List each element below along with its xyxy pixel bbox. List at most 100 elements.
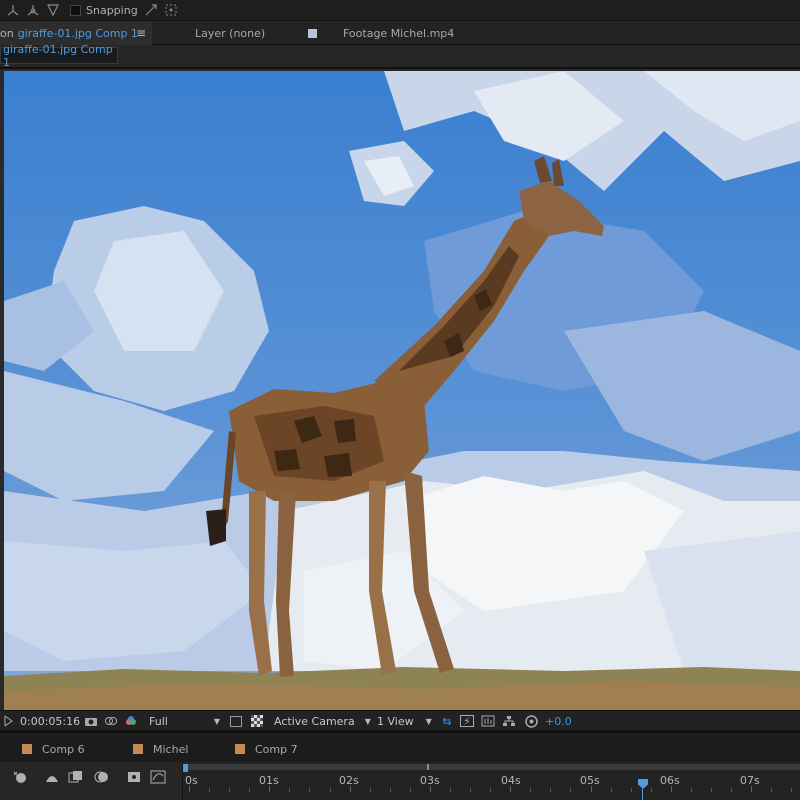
panel-menu-icon[interactable]: ≡ <box>136 26 146 40</box>
tab-composition-name: giraffe-01.jpg Comp 1 <box>17 26 138 40</box>
view-layout-value: 1 View <box>377 714 414 728</box>
ruler-tick <box>329 788 331 792</box>
ruler-tick <box>670 786 672 792</box>
shy-layers-icon[interactable] <box>44 770 60 784</box>
ruler-tick <box>690 788 692 792</box>
ruler-tick <box>289 788 291 792</box>
tab-layer[interactable]: Layer (none) <box>195 21 265 45</box>
ruler-tick <box>229 788 231 792</box>
camera-view-value: Active Camera <box>274 714 355 728</box>
fast-previews-icon[interactable]: ⚡ <box>460 711 474 731</box>
ruler-tick <box>470 788 472 792</box>
frame-blending-icon[interactable] <box>68 770 84 784</box>
viewer-magnify-icon[interactable] <box>2 711 16 731</box>
tab-footage-label: Footage Michel.mp4 <box>343 26 455 40</box>
brainstorm-icon[interactable] <box>126 770 142 784</box>
timeline-tab-label: Michel <box>153 742 189 756</box>
flowchart-icon[interactable] <box>502 711 516 731</box>
graph-editor-icon[interactable] <box>150 770 166 784</box>
ruler-tick <box>610 788 612 792</box>
timeline-tab-bar: Comp 6 Michel Comp 7 <box>0 730 800 762</box>
ruler-tick <box>710 788 712 792</box>
region-of-interest-icon[interactable] <box>230 711 242 731</box>
tab-layer-label: Layer (none) <box>195 26 266 40</box>
axis-view-icon[interactable] <box>46 3 60 17</box>
time-ruler[interactable]: 0s 01s 02s 03s 04s 05s 06s 07s <box>182 762 800 800</box>
ruler-tick <box>249 788 251 792</box>
chevron-down-icon: ▼ <box>364 716 371 726</box>
timeline-tab-michel[interactable]: Michel <box>133 739 188 759</box>
timeline-tab-comp6[interactable]: Comp 6 <box>22 739 85 759</box>
ruler-tick <box>349 786 351 792</box>
label-color-icon <box>133 744 143 754</box>
snapping-label: Snapping <box>86 3 138 17</box>
draft-3d-icon[interactable] <box>12 770 28 784</box>
axis-world-icon[interactable] <box>26 3 40 17</box>
chevron-down-icon: ▼ <box>213 716 220 726</box>
current-time-value: 0:00:05:16 <box>20 714 81 728</box>
ruler-tick <box>449 788 451 792</box>
resolution-dropdown[interactable]: Full ▼ <box>149 711 220 731</box>
exposure-value-text: +0.0 <box>545 714 572 728</box>
axis-local-icon[interactable] <box>6 3 20 17</box>
ruler-tick-label: 0s <box>185 774 198 787</box>
current-time-line <box>642 789 643 800</box>
motion-blur-icon[interactable] <box>94 770 110 784</box>
exposure-value[interactable]: +0.0 <box>545 711 572 731</box>
ruler-tick <box>510 786 512 792</box>
label-color-icon <box>22 744 32 754</box>
transparency-grid-icon[interactable] <box>251 711 263 731</box>
ruler-tick-label: 07s <box>740 774 760 787</box>
ruler-tick <box>269 786 271 792</box>
reset-exposure-icon[interactable] <box>524 711 538 731</box>
ruler-tick <box>650 788 652 792</box>
timeline-tab-label: Comp 7 <box>255 742 298 756</box>
toggle-pixel-aspect-icon[interactable]: ⇆ <box>440 711 454 731</box>
color-channel-icon[interactable] <box>124 711 138 731</box>
chevron-down-icon: ▼ <box>425 716 432 726</box>
label-color-icon <box>235 744 245 754</box>
ruler-tick <box>490 788 492 792</box>
tab-composition-prefix: on <box>0 26 14 40</box>
ruler-tick <box>309 788 311 792</box>
top-toolbar: Snapping <box>0 0 800 20</box>
snap-target-icon[interactable] <box>164 3 178 17</box>
timeline-tab-label: Comp 6 <box>42 742 85 756</box>
show-snapshot-icon[interactable] <box>104 711 118 731</box>
snapping-checkbox[interactable] <box>70 4 81 16</box>
timeline-controls: 0s 01s 02s 03s 04s 05s 06s 07s <box>0 762 800 800</box>
ruler-tick <box>630 788 632 792</box>
camera-view-dropdown[interactable]: Active Camera ▼ <box>274 711 371 731</box>
ruler-tick <box>550 788 552 792</box>
ruler-tick <box>369 788 371 792</box>
composition-viewer[interactable] <box>0 67 800 712</box>
footage-swatch-icon <box>308 28 317 38</box>
comp-breadcrumb[interactable]: giraffe-01.jpg Comp 1 <box>0 43 118 69</box>
snapshot-camera-icon[interactable] <box>84 711 98 731</box>
view-layout-dropdown[interactable]: 1 View ▼ <box>377 711 432 731</box>
ruler-tick <box>209 788 211 792</box>
timeline-switches <box>0 762 180 800</box>
timeline-toggle-icon[interactable] <box>481 711 495 731</box>
tab-footage[interactable]: Footage Michel.mp4 <box>308 21 454 45</box>
work-area-start-handle[interactable] <box>183 764 188 772</box>
current-time-display[interactable]: 0:00:05:16 <box>20 711 80 731</box>
ruler-tick <box>791 788 793 792</box>
composition-canvas[interactable] <box>4 71 800 712</box>
work-area-bar[interactable] <box>183 764 800 772</box>
ruler-tick <box>570 788 572 792</box>
timeline-tab-comp7[interactable]: Comp 7 <box>235 739 298 759</box>
ruler-tick <box>530 788 532 792</box>
ruler-tick <box>189 786 190 792</box>
giraffe-lowpoly-image <box>4 71 800 712</box>
comp-breadcrumb-label: giraffe-01.jpg Comp 1 <box>3 42 113 69</box>
snap-extend-icon[interactable] <box>144 3 158 17</box>
ruler-tick <box>389 788 391 792</box>
work-area-marker <box>427 764 429 770</box>
ruler-tick <box>429 786 431 792</box>
viewer-control-bar: 0:00:05:16 Full ▼ Active Camera ▼ 1 View… <box>0 710 800 730</box>
current-time-indicator[interactable] <box>638 779 648 789</box>
ruler-tick <box>590 786 592 792</box>
ruler-tick <box>409 788 411 792</box>
tab-composition[interactable]: on giraffe-01.jpg Comp 1 ≡ <box>0 21 152 45</box>
